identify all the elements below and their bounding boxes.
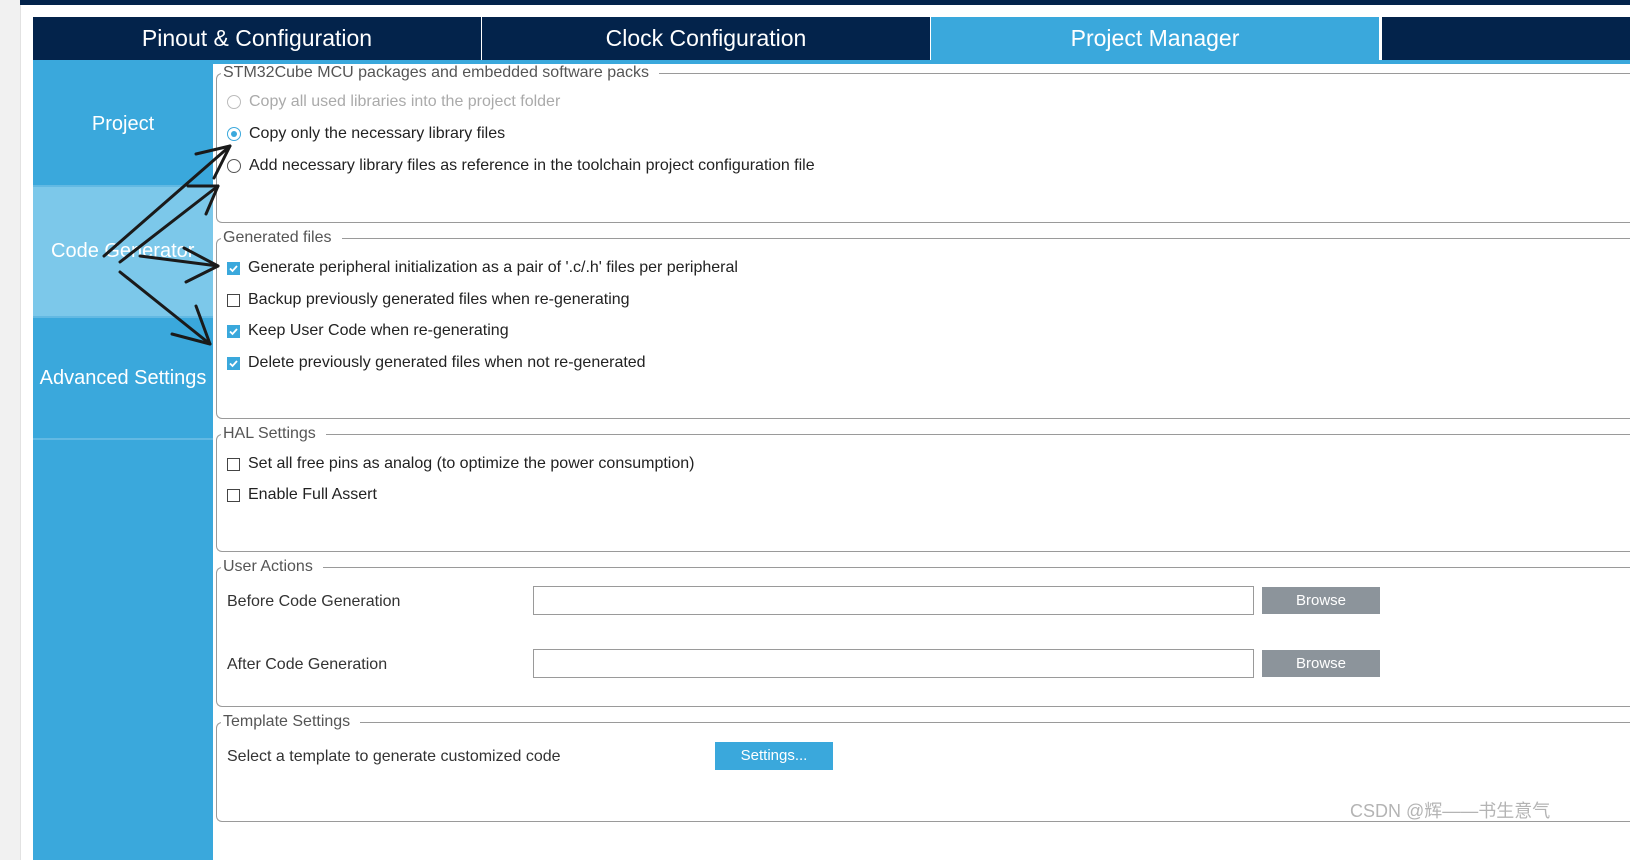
hal-settings-group: HAL Settings Set all free pins as analog… xyxy=(216,425,1630,552)
after-code-generation-input[interactable] xyxy=(533,649,1254,678)
project-manager-content: STM32Cube MCU packages and embedded soft… xyxy=(213,64,1630,860)
left-gutter xyxy=(0,0,21,860)
radio-label: Add necessary library files as reference… xyxy=(249,157,815,174)
tab-bar-filler xyxy=(1380,17,1630,60)
sidebar-divider xyxy=(33,438,213,440)
checkmark-icon xyxy=(229,264,238,272)
checkmark-icon xyxy=(229,359,238,367)
radio-button[interactable] xyxy=(227,95,241,109)
browse-after-button[interactable]: Browse xyxy=(1262,650,1380,677)
before-code-generation-label: Before Code Generation xyxy=(227,593,401,610)
generated-files-group: Generated files Generate peripheral init… xyxy=(216,229,1630,419)
packs-legend: STM32Cube MCU packages and embedded soft… xyxy=(221,64,659,82)
checkbox-free-pins-analog[interactable]: Set all free pins as analog (to optimize… xyxy=(227,455,694,473)
checkbox-label: Set all free pins as analog (to optimize… xyxy=(248,455,695,472)
radio-label: Copy all used libraries into the project… xyxy=(249,93,561,110)
checkbox-unchecked[interactable] xyxy=(227,488,240,502)
hal-settings-legend: HAL Settings xyxy=(221,425,326,443)
template-description: Select a template to generate customized… xyxy=(227,748,561,765)
checkbox-checked[interactable] xyxy=(227,324,240,338)
checkbox-checked[interactable] xyxy=(227,356,240,370)
sidebar-item-code-generator[interactable]: Code Generator xyxy=(33,187,213,316)
template-settings-button[interactable]: Settings... xyxy=(715,742,833,770)
radio-button-selected[interactable] xyxy=(227,127,241,141)
watermark: CSDN @辉——书生意气 xyxy=(1350,801,1551,821)
tab-project-manager[interactable]: Project Manager xyxy=(931,17,1380,60)
template-settings-legend: Template Settings xyxy=(221,713,361,731)
radio-copy-necessary-files[interactable]: Copy only the necessary library files xyxy=(227,125,505,143)
sidebar-item-project[interactable]: Project xyxy=(33,64,213,185)
user-actions-group: User Actions Before Code Generation Brow… xyxy=(216,558,1630,707)
packs-group: STM32Cube MCU packages and embedded soft… xyxy=(216,64,1630,223)
radio-add-as-reference[interactable]: Add necessary library files as reference… xyxy=(227,157,815,175)
radio-button[interactable] xyxy=(227,159,241,173)
checkbox-label: Backup previously generated files when r… xyxy=(248,291,630,308)
browse-before-button[interactable]: Browse xyxy=(1262,587,1380,614)
checkbox-unchecked[interactable] xyxy=(227,457,240,471)
tab-clock-configuration[interactable]: Clock Configuration xyxy=(482,17,931,60)
checkbox-label: Delete previously generated files when n… xyxy=(248,354,646,371)
before-code-generation-input[interactable] xyxy=(533,586,1254,615)
checkbox-backup-files[interactable]: Backup previously generated files when r… xyxy=(227,291,630,309)
tab-pinout-configuration[interactable]: Pinout & Configuration xyxy=(33,17,482,60)
user-actions-legend: User Actions xyxy=(221,558,323,576)
checkbox-delete-previous-files[interactable]: Delete previously generated files when n… xyxy=(227,354,646,372)
checkbox-checked[interactable] xyxy=(227,261,240,275)
radio-copy-all-libraries[interactable]: Copy all used libraries into the project… xyxy=(227,93,560,111)
checkbox-keep-user-code[interactable]: Keep User Code when re-generating xyxy=(227,322,509,340)
sidebar-item-advanced-settings[interactable]: Advanced Settings xyxy=(33,318,213,438)
checkbox-full-assert[interactable]: Enable Full Assert xyxy=(227,486,377,504)
checkbox-generate-peripheral-pairs[interactable]: Generate peripheral initialization as a … xyxy=(227,259,738,277)
sidebar: Project Code Generator Advanced Settings xyxy=(33,64,213,860)
checkbox-label: Enable Full Assert xyxy=(248,486,377,503)
top-strip xyxy=(20,0,1630,5)
checkbox-label: Keep User Code when re-generating xyxy=(248,322,509,339)
generated-files-legend: Generated files xyxy=(221,229,342,247)
checkbox-label: Generate peripheral initialization as a … xyxy=(248,259,738,276)
checkbox-unchecked[interactable] xyxy=(227,293,240,307)
after-code-generation-label: After Code Generation xyxy=(227,656,388,673)
radio-label: Copy only the necessary library files xyxy=(249,125,506,142)
main-tabs: Pinout & Configuration Clock Configurati… xyxy=(33,17,1630,60)
checkmark-icon xyxy=(229,327,238,335)
